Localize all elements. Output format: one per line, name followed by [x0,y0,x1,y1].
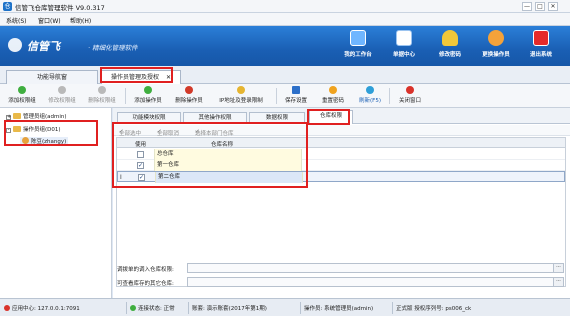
highlight-box-warehouse-tab [307,109,350,125]
shield-icon [237,86,245,94]
status-divider [300,302,301,314]
status-operator: 操作员: 系统管理员(admin) [304,306,374,312]
document-center-button[interactable]: 单据中心 [382,30,426,64]
query-warehouse-field[interactable]: ··· [187,277,564,287]
close-tab-button[interactable]: 关闭窗口 [392,86,428,106]
connected-icon [130,305,136,311]
save-settings-button[interactable]: 保存设置 [281,86,311,106]
delete-group-button[interactable]: 删除权限组 [84,86,120,106]
server-icon [4,305,10,311]
reset-password-button[interactable]: 重置密码 [318,86,348,106]
my-workbench-button[interactable]: 我的工作台 [336,30,380,64]
switch-operator-button[interactable]: 更换操作员 [474,30,518,64]
delete-icon [98,86,106,94]
title-bar: 仓 信管飞仓库管理软件 V9.0.317 — □ ✕ [0,0,570,13]
edit-group-button[interactable]: 修改权限组 [44,86,80,106]
toolbar-divider [276,88,277,104]
query-warehouse-row: 可查看库存的其它仓库: ··· [113,277,570,288]
status-divider [188,302,189,314]
edit-icon [58,86,66,94]
maximize-button[interactable]: □ [535,2,545,11]
key-icon [329,86,337,94]
status-bar: 应用中心: 127.0.0.1:7091 连接状态: 正常 账套: 演示账套(2… [0,298,570,316]
toolbar: 添加权限组 修改权限组 删除权限组 添加操作员 删除操作员 IP地址及登录限制 … [0,84,570,108]
power-icon [533,30,549,46]
transfer-warehouse-label: 调拨单的调入仓库权限: [117,267,174,273]
status-version: 正式版 授权序列号: ps006_ck [396,306,472,312]
minimize-button[interactable]: — [522,2,532,11]
close-icon [406,86,414,94]
toolbar-divider [125,88,126,104]
add-user-icon [144,86,152,94]
tree-node-admin-group[interactable]: + 管理员组(admin) [6,112,67,120]
status-app-center: 应用中心: 127.0.0.1:7091 [4,304,80,312]
main-tab-strip: 功能导航窗 操作员管理及授权 ✕ [0,66,570,84]
document-list-icon [396,30,412,46]
highlight-box-tree [4,120,98,146]
change-password-button[interactable]: 修改密码 [428,30,472,64]
add-operator-button[interactable]: 添加操作员 [130,86,166,106]
user-switch-icon [488,30,504,46]
add-group-button[interactable]: 添加权限组 [4,86,40,106]
monitor-icon [350,30,366,46]
add-icon [18,86,26,94]
folder-icon [13,113,21,119]
status-connection: 连接状态: 正常 [130,304,175,312]
app-banner: 信管飞 · 精细化管理软件 我的工作台 单据中心 修改密码 更换操作员 退出系统 [0,26,570,66]
menu-window[interactable]: 窗口(W) [38,16,61,25]
brand-slogan: · 精细化管理软件 [88,44,138,52]
ellipsis-button[interactable]: ··· [553,278,563,286]
menu-help[interactable]: 帮助(H) [70,16,91,25]
app-logo-icon: 仓 [3,2,12,11]
ellipsis-button[interactable]: ··· [553,264,563,272]
exit-system-button[interactable]: 退出系统 [519,30,563,64]
close-window-button[interactable]: ✕ [548,2,558,11]
status-divider [392,302,393,314]
delete-operator-button[interactable]: 删除操作员 [171,86,207,106]
lock-icon [442,30,458,46]
highlight-box-tab [100,67,173,83]
brand-logo-icon [8,38,22,52]
save-icon [292,86,300,94]
query-warehouse-label: 可查看库存的其它仓库: [117,281,174,287]
window-title: 信管飞仓库管理软件 V9.0.317 [15,4,105,12]
brand-name: 信管飞 [27,40,60,53]
menu-system[interactable]: 系统(S) [6,16,27,25]
refresh-button[interactable]: 刷新(F5) [355,86,385,106]
highlight-box-grid [112,122,308,188]
status-divider [126,302,127,314]
ip-login-limit-button[interactable]: IP地址及登录限制 [212,86,270,106]
transfer-warehouse-row: 调拨单的调入仓库权限: ··· [113,263,570,274]
status-account: 账套: 演示账套(2017年第1期) [192,306,267,312]
tab-function-nav[interactable]: 功能导航窗 [6,70,98,84]
refresh-icon [366,86,374,94]
remove-user-icon [185,86,193,94]
menu-bar: 系统(S) 窗口(W) 帮助(H) [0,13,570,26]
transfer-warehouse-field[interactable]: ··· [187,263,564,273]
toolbar-divider [389,88,390,104]
